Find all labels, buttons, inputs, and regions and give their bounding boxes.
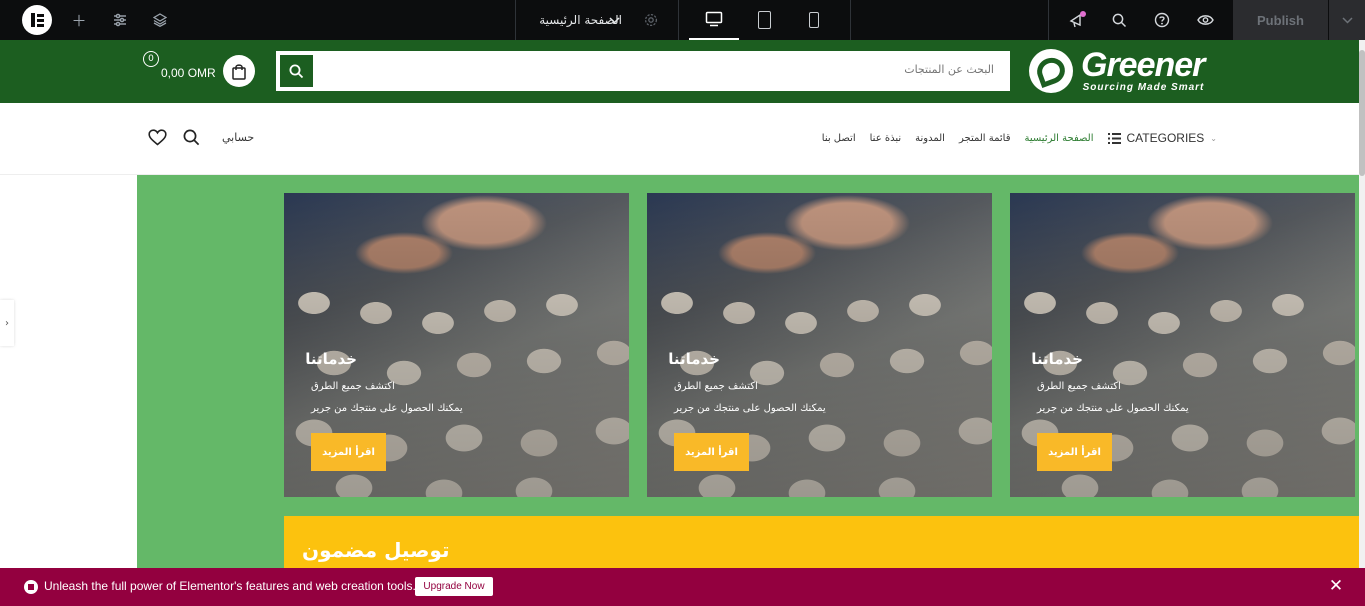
- publish-options-button[interactable]: [1329, 0, 1365, 40]
- upgrade-promo-bar: Unleash the full power of Elementor's fe…: [0, 568, 1365, 606]
- tablet-icon: [757, 11, 771, 29]
- chevron-down-icon: ⌄: [1210, 133, 1217, 143]
- help-icon[interactable]: [1152, 10, 1172, 30]
- publish-button[interactable]: Publish: [1233, 0, 1328, 40]
- desktop-view-button[interactable]: [689, 0, 739, 40]
- canvas-scrollbar[interactable]: [1359, 40, 1365, 568]
- chevron-down-icon: [1341, 16, 1353, 24]
- card-title: خدماتنا: [305, 350, 357, 368]
- scrollbar-thumb[interactable]: [1359, 50, 1365, 176]
- section-title: توصيل مضمون: [302, 538, 450, 562]
- search-submit-button[interactable]: [280, 55, 313, 87]
- services-section: خدماتنا اكتشف جميع الطرق يمكنك الحصول عل…: [137, 175, 1365, 568]
- chevron-down-icon[interactable]: [604, 10, 624, 30]
- nav-item-shop[interactable]: قائمة المتجر: [959, 133, 1011, 144]
- card-title: خدماتنا: [1031, 350, 1083, 368]
- tablet-view-button[interactable]: [739, 0, 789, 40]
- read-more-button[interactable]: اقرأ المزيد: [311, 433, 386, 471]
- editor-toolbar: ＋ الصفحة الرئيسية Publish: [0, 0, 1365, 40]
- page-settings-gear-icon[interactable]: [641, 10, 661, 30]
- logo-name: Greener: [1081, 46, 1205, 84]
- chevron-right-icon: ›: [5, 317, 9, 329]
- card-line-1: اكتشف جميع الطرق: [674, 381, 758, 392]
- search-icon: [289, 64, 304, 78]
- card-title: خدماتنا: [668, 350, 720, 368]
- panel-toggle-button[interactable]: ›: [0, 300, 14, 346]
- preview-eye-icon[interactable]: [1195, 10, 1215, 30]
- elementor-icon: [24, 580, 38, 594]
- elementor-logo-button[interactable]: [22, 5, 52, 35]
- product-search: [276, 51, 1010, 91]
- cart-count-badge: 0: [143, 51, 159, 67]
- site-header: Greener Sourcing Made Smart 0 0,00 OMR: [0, 40, 1365, 103]
- desktop-icon: [705, 11, 723, 27]
- logo-tagline: Sourcing Made Smart: [1082, 82, 1205, 93]
- nav-item-about[interactable]: نبذة عنا: [870, 133, 902, 144]
- site-settings-icon[interactable]: [110, 10, 130, 30]
- upgrade-now-button[interactable]: Upgrade Now: [415, 577, 493, 596]
- main-navigation: CATEGORIES ⌄ الصفحة الرئيسية قائمة المتج…: [0, 103, 1365, 175]
- delivery-section: توصيل مضمون: [284, 516, 1365, 568]
- cart-button[interactable]: [223, 55, 255, 87]
- promo-text: Unleash the full power of Elementor's fe…: [44, 579, 416, 593]
- site-logo[interactable]: Greener Sourcing Made Smart: [1029, 44, 1219, 98]
- categories-label: CATEGORIES: [1126, 131, 1205, 145]
- read-more-button[interactable]: اقرأ المزيد: [674, 433, 749, 471]
- notifications-megaphone-icon[interactable]: [1067, 10, 1087, 30]
- mobile-view-button[interactable]: [789, 0, 839, 40]
- wishlist-heart-icon[interactable]: [148, 129, 167, 146]
- add-element-icon[interactable]: ＋: [69, 10, 89, 30]
- preview-canvas: Greener Sourcing Made Smart 0 0,00 OMR C…: [0, 40, 1365, 568]
- nav-item-home[interactable]: الصفحة الرئيسية: [1025, 133, 1094, 144]
- card-line-2: يمكنك الحصول على منتجك من جرير: [674, 403, 826, 414]
- structure-layers-icon[interactable]: [150, 10, 170, 30]
- nav-item-contact[interactable]: اتصل بنا: [822, 133, 856, 144]
- categories-menu[interactable]: CATEGORIES ⌄: [1107, 131, 1217, 145]
- card-line-2: يمكنك الحصول على منتجك من جرير: [311, 403, 463, 414]
- close-icon[interactable]: ✕: [1328, 576, 1344, 596]
- shopping-bag-icon: [232, 63, 246, 80]
- cart-total[interactable]: 0,00 OMR: [161, 66, 216, 80]
- nav-menu: CATEGORIES ⌄ الصفحة الرئيسية قائمة المتج…: [822, 131, 1217, 145]
- account-link[interactable]: حسابي: [222, 131, 254, 144]
- finder-search-icon[interactable]: [1109, 10, 1129, 30]
- service-card: خدماتنا اكتشف جميع الطرق يمكنك الحصول عل…: [284, 193, 629, 497]
- card-line-1: اكتشف جميع الطرق: [1037, 381, 1121, 392]
- search-icon[interactable]: [183, 129, 200, 146]
- search-input[interactable]: [594, 63, 994, 76]
- card-line-2: يمكنك الحصول على منتجك من جرير: [1037, 403, 1189, 414]
- mobile-icon: [809, 12, 819, 28]
- logo-leaf-icon: [1029, 49, 1073, 93]
- card-line-1: اكتشف جميع الطرق: [311, 381, 395, 392]
- list-icon: [1107, 132, 1121, 144]
- read-more-button[interactable]: اقرأ المزيد: [1037, 433, 1112, 471]
- nav-item-blog[interactable]: المدونة: [915, 133, 945, 144]
- service-card: خدماتنا اكتشف جميع الطرق يمكنك الحصول عل…: [1010, 193, 1355, 497]
- service-card: خدماتنا اكتشف جميع الطرق يمكنك الحصول عل…: [647, 193, 992, 497]
